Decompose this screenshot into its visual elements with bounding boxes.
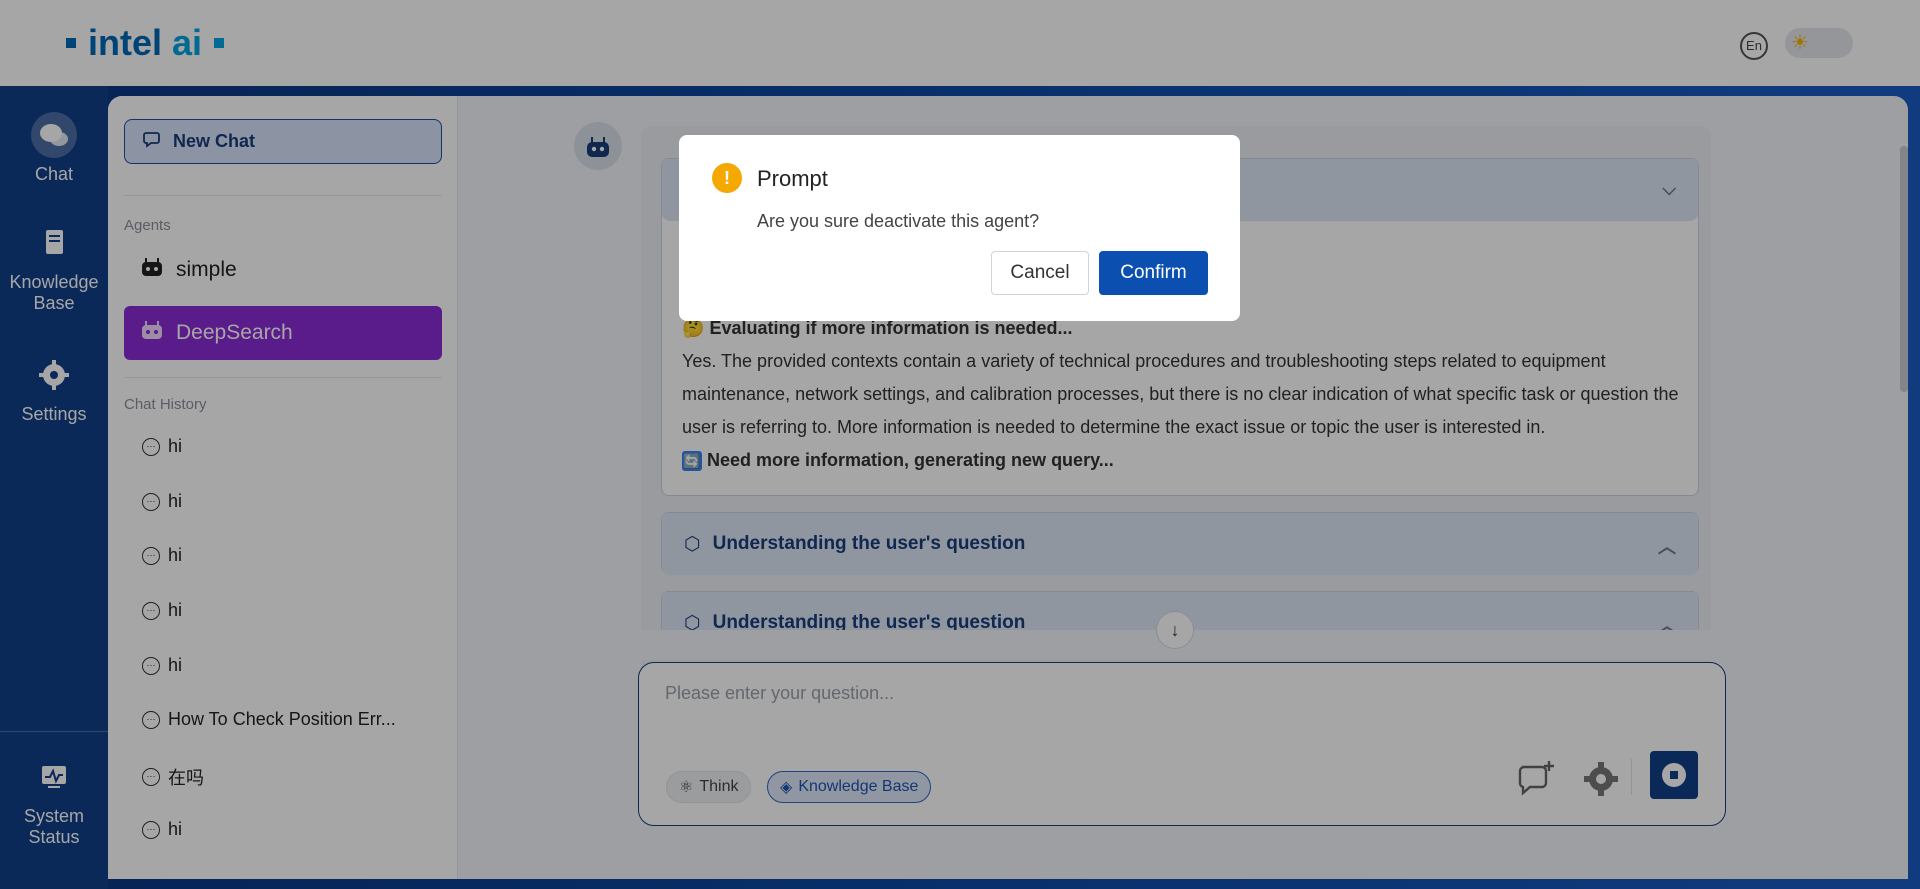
dialog-title: Prompt xyxy=(757,166,828,191)
dialog-message: Are you sure deactivate this agent? xyxy=(757,211,1040,231)
confirm-button[interactable]: Confirm xyxy=(1099,251,1208,295)
warning-icon: ! xyxy=(712,163,742,193)
cancel-button[interactable]: Cancel xyxy=(991,251,1089,295)
modal-overlay[interactable] xyxy=(0,0,1920,889)
confirm-dialog: ! Prompt Are you sure deactivate this ag… xyxy=(679,135,1240,321)
